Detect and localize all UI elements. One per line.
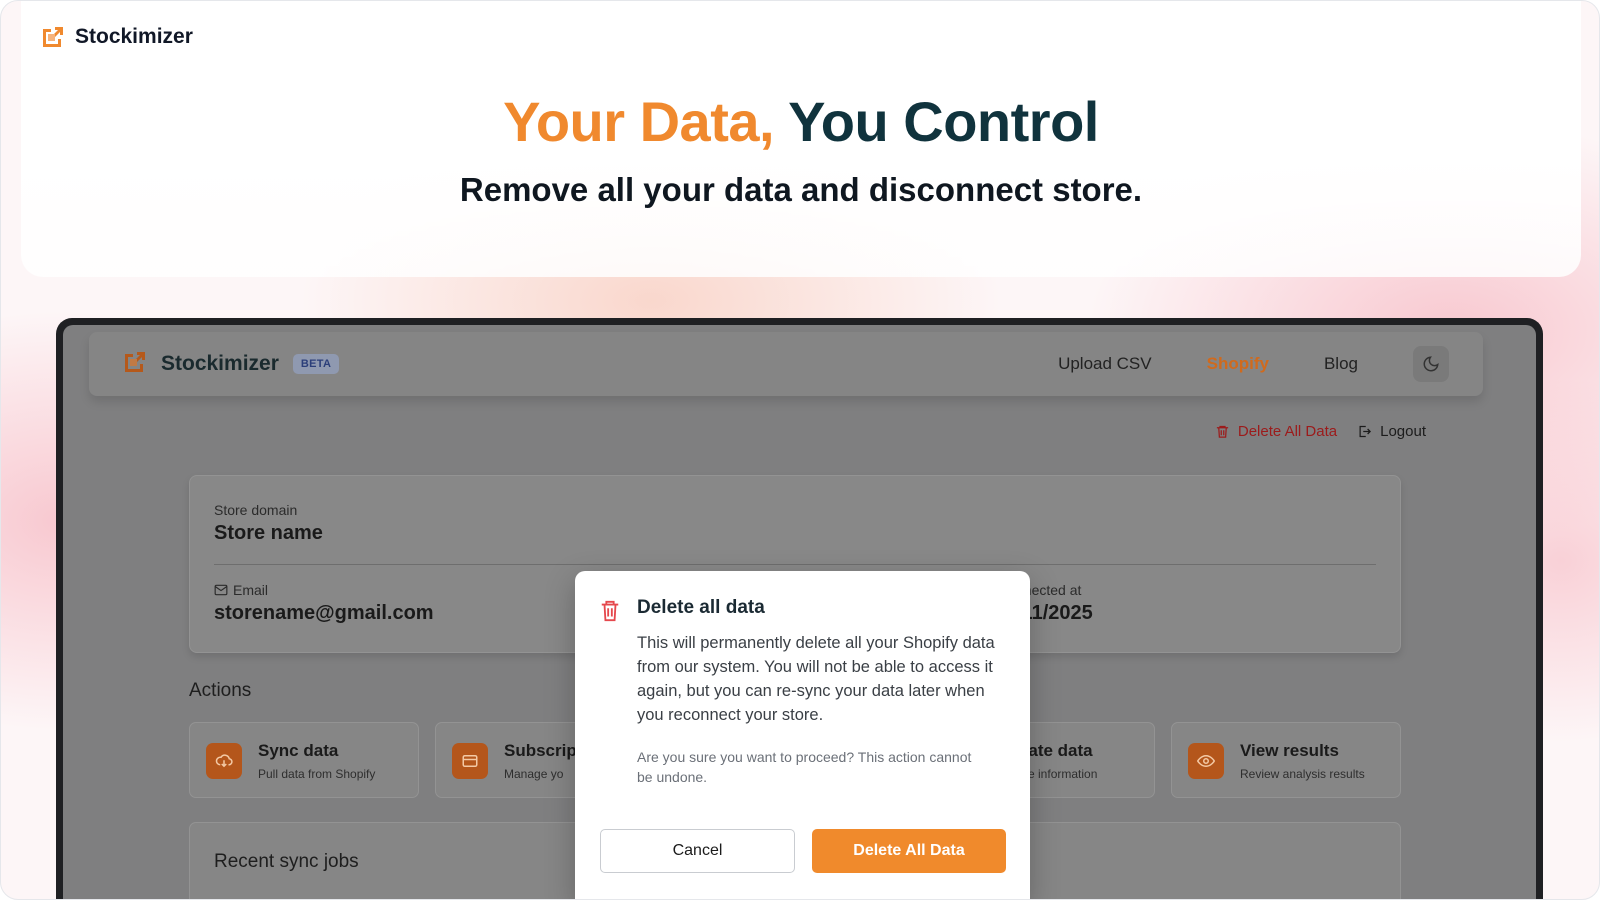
- action-view-results[interactable]: View results Review analysis results: [1171, 722, 1401, 798]
- modal-body: This will permanently delete all your Sh…: [637, 634, 995, 724]
- eye-icon: [1188, 743, 1224, 779]
- action-subtitle: Manage yo: [504, 767, 564, 781]
- trash-icon: [1216, 425, 1228, 438]
- site-brand-name: Stockimizer: [75, 25, 193, 48]
- action-sync-data[interactable]: Sync data Pull data from Shopify: [189, 722, 419, 798]
- nav-links: Upload CSV Shopify Blog: [1058, 346, 1449, 382]
- action-title: Sync data: [258, 741, 339, 760]
- store-email: Email storename@gmail.com: [214, 582, 434, 625]
- app-brand-name: Stockimizer: [161, 352, 279, 375]
- site-brand[interactable]: Stockimizer: [41, 25, 193, 49]
- trash-icon: [599, 599, 621, 627]
- store-domain: Store domain Store name: [214, 502, 323, 545]
- top-actions: Delete All Data Logout: [1215, 423, 1426, 440]
- delete-all-data-link[interactable]: Delete All Data: [1215, 423, 1337, 440]
- beta-badge: BETA: [292, 354, 340, 374]
- hero-title-dark: You Control: [788, 90, 1099, 153]
- moon-icon: [1423, 356, 1439, 372]
- nav-shopify[interactable]: Shopify: [1207, 354, 1269, 374]
- delete-all-data-button[interactable]: Delete All Data: [812, 829, 1006, 873]
- email-label-row: Email: [214, 582, 434, 598]
- action-subtitle: Pull data from Shopify: [258, 767, 376, 781]
- email-label: Email: [233, 582, 269, 598]
- card-icon: [452, 743, 488, 779]
- page-frame: Stockimizer Your Data, You Control Remov…: [0, 0, 1600, 900]
- logout-link[interactable]: Logout: [1357, 423, 1426, 440]
- logout-icon: [1359, 425, 1372, 438]
- logout-label: Logout: [1380, 423, 1426, 440]
- recent-sync-jobs-title: Recent sync jobs: [214, 851, 359, 872]
- email-value: storename@gmail.com: [214, 602, 434, 624]
- app-navbar: Stockimizer BETA Upload CSV Shopify Blog: [89, 332, 1483, 396]
- modal-title: Delete all data: [637, 597, 765, 618]
- store-domain-value: Store name: [214, 522, 323, 544]
- app-brand[interactable]: Stockimizer BETA: [123, 350, 340, 378]
- action-title: View results: [1240, 741, 1339, 760]
- hero-section: Stockimizer Your Data, You Control Remov…: [21, 1, 1581, 277]
- actions-title: Actions: [189, 680, 252, 701]
- stockimizer-logo-icon: [41, 25, 65, 49]
- stockimizer-logo-icon: [123, 350, 147, 378]
- hero-title: Your Data, You Control: [21, 89, 1581, 154]
- store-domain-label: Store domain: [214, 502, 298, 518]
- delete-confirm-modal: Delete all data This will permanently de…: [575, 571, 1030, 899]
- theme-toggle-button[interactable]: [1413, 346, 1449, 382]
- action-subtitle: Review analysis results: [1240, 767, 1365, 781]
- delete-all-data-label: Delete All Data: [1237, 423, 1338, 440]
- action-title: Subscrip: [504, 741, 577, 760]
- mail-icon: [214, 584, 228, 596]
- nav-upload-csv[interactable]: Upload CSV: [1058, 354, 1152, 374]
- cloud-download-icon: [206, 743, 242, 779]
- cancel-button[interactable]: Cancel: [600, 829, 795, 873]
- hero-subtitle: Remove all your data and disconnect stor…: [459, 171, 1143, 208]
- hero-title-accent: Your Data,: [503, 90, 775, 153]
- nav-blog[interactable]: Blog: [1324, 354, 1358, 374]
- card-divider: [214, 564, 1376, 565]
- modal-warning: Are you sure you want to proceed? This a…: [637, 749, 972, 785]
